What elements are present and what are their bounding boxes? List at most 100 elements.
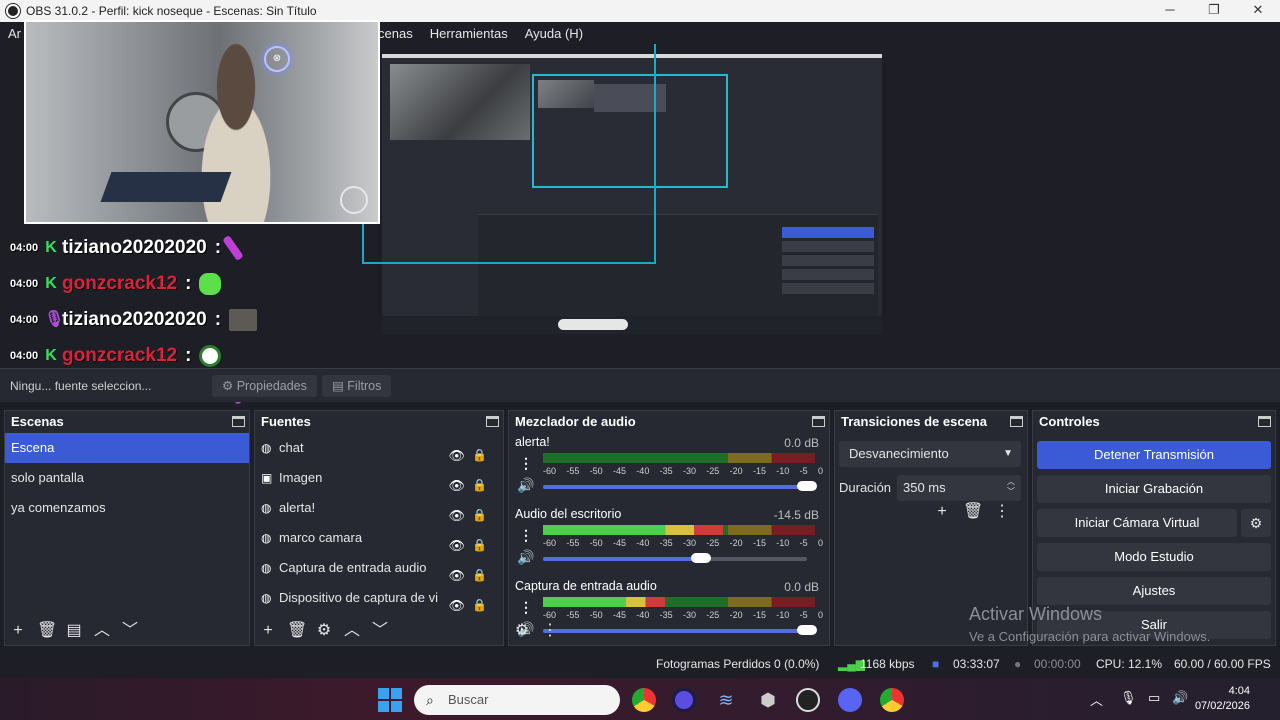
properties-button[interactable]: ⚙ Propiedades <box>212 375 317 397</box>
meter-tick: -20 <box>729 466 743 476</box>
meter-tick: -40 <box>636 538 650 548</box>
menu-escenas[interactable]: cenas <box>378 26 413 41</box>
chevron-down-icon[interactable]: ﹀ <box>371 622 389 640</box>
windows-start-icon[interactable] <box>378 688 402 712</box>
dropped-frames: Fotogramas Perdidos 0 (0.0%) <box>656 657 820 671</box>
source-item[interactable]: ◍ Dispositivo de captura de vi 👁 🔒 <box>255 583 503 613</box>
mixer-title-label: Mezclador de audio <box>515 414 636 429</box>
virtual-camera-settings-icon[interactable]: ⚙ <box>1241 509 1271 537</box>
chat-username: gonzcrack12 <box>62 345 178 366</box>
undock-icon[interactable] <box>1010 416 1023 427</box>
menu-herramientas[interactable]: Herramientas <box>430 26 508 41</box>
lock-icon[interactable]: 🔒 <box>472 590 487 620</box>
kick-badge-icon: K <box>45 239 57 256</box>
duration-input[interactable]: 350 ms ︿ ﹀ <box>897 475 1021 501</box>
source-item[interactable]: ▣ Imagen 👁 🔒 <box>255 463 503 493</box>
discord-icon[interactable] <box>838 688 862 712</box>
kebab-menu-icon[interactable]: ⋮ <box>519 527 533 544</box>
activate-windows-watermark: Activar Windows Ve a Configuración para … <box>969 604 1210 644</box>
add-icon[interactable]: + <box>9 622 27 640</box>
chevron-up-icon[interactable]: ︿ <box>343 622 361 640</box>
scene-item[interactable]: ya comenzamos <box>5 493 249 523</box>
controls-title: Controles <box>1033 411 1275 433</box>
microphone-icon: ◍ <box>261 561 272 575</box>
undock-icon[interactable] <box>232 416 245 427</box>
app-icon[interactable] <box>672 688 696 712</box>
emote-icon <box>222 235 244 261</box>
scene-item[interactable]: solo pantalla <box>5 463 249 493</box>
mixer-settings-icon[interactable]: ⚙ <box>513 622 531 640</box>
undock-icon[interactable] <box>486 416 499 427</box>
source-item[interactable]: ◍ alerta! 👁 🔒 <box>255 493 503 523</box>
menu-archivo[interactable]: Ar <box>8 26 21 41</box>
transition-select-value: Desvanecimiento <box>849 446 949 461</box>
globe-icon: ◍ <box>261 531 272 545</box>
minimize-button[interactable]: ─ <box>1148 0 1192 22</box>
start-recording-button[interactable]: Iniciar Grabación <box>1037 475 1271 503</box>
meter-tick: -40 <box>636 466 650 476</box>
trash-icon[interactable]: 🗑 <box>963 503 983 521</box>
nested-preview <box>532 74 728 188</box>
preview-canvas[interactable] <box>382 54 882 334</box>
undock-icon[interactable] <box>1258 416 1271 427</box>
taskbar-search[interactable]: ⌕ Buscar <box>414 685 620 715</box>
duration-value: 350 ms <box>903 480 946 495</box>
volume-slider[interactable] <box>543 485 807 489</box>
cube-icon[interactable]: ⬢ <box>756 688 780 712</box>
filters-button[interactable]: ▤ Filtros <box>322 375 392 397</box>
tray-chevron-icon[interactable]: ︿ <box>1090 690 1103 709</box>
gear-icon[interactable]: ⚙ <box>315 622 333 640</box>
kebab-menu-icon[interactable]: ⋮ <box>993 503 1011 521</box>
kebab-menu-icon[interactable]: ⋮ <box>519 455 533 472</box>
scene-item[interactable]: Escena <box>5 433 249 463</box>
settings-button[interactable]: Ajustes <box>1037 577 1271 605</box>
volume-slider[interactable] <box>543 557 702 561</box>
volume-slider-knob[interactable] <box>691 553 712 563</box>
kebab-menu-icon[interactable]: ⋮ <box>541 622 559 640</box>
menu-ayuda[interactable]: Ayuda (H) <box>525 26 583 41</box>
volume-slider-knob[interactable] <box>797 481 817 491</box>
volume-icon[interactable]: 🔊 <box>1172 690 1188 706</box>
volume-meter <box>543 525 815 535</box>
trash-icon[interactable]: 🗑 <box>37 622 57 640</box>
microphone-icon[interactable]: 🎙 <box>1120 690 1137 706</box>
globe-icon: ◍ <box>261 501 272 515</box>
audio-mixer-dock: Mezclador de audio alerta! 0.0 dB ⋮ -60 -55-… <box>508 410 830 646</box>
speaker-icon[interactable]: 🔊 <box>517 477 534 494</box>
transition-select[interactable]: Desvanecimiento ▼ <box>839 441 1021 467</box>
add-icon[interactable]: + <box>933 503 951 521</box>
chat-username: tiziano20202020 <box>62 309 207 330</box>
nested-taskbar <box>382 316 882 334</box>
undock-icon[interactable] <box>812 416 825 427</box>
stop-streaming-button[interactable]: Detener Transmisión <box>1037 441 1271 469</box>
start-virtual-camera-button[interactable]: Iniciar Cámara Virtual <box>1037 509 1237 537</box>
nested-docks <box>478 214 878 324</box>
filter-icon[interactable]: ▤ <box>65 622 83 640</box>
maximize-button[interactable]: ❐ <box>1192 0 1236 22</box>
add-icon[interactable]: + <box>259 622 277 640</box>
close-button[interactable]: ✕ <box>1236 0 1280 22</box>
source-item[interactable]: ◍ marco camara 👁 🔒 <box>255 523 503 553</box>
transitions-title-label: Transiciones de escena <box>841 414 987 429</box>
scenes-title-label: Escenas <box>11 414 64 429</box>
taskbar-clock[interactable]: 4:04 07/02/2026 <box>1195 684 1250 714</box>
spinner-icon[interactable]: ︿ ﹀ <box>1007 477 1015 497</box>
chevron-down-icon[interactable]: ﹀ <box>121 622 139 640</box>
source-item[interactable]: ◍ Captura de entrada audio 👁 🔒 <box>255 553 503 583</box>
trash-icon[interactable]: 🗑 <box>287 622 307 640</box>
studio-mode-button[interactable]: Modo Estudio <box>1037 543 1271 571</box>
steam-icon[interactable]: ≋ <box>714 688 738 712</box>
chrome-profile-icon[interactable] <box>880 688 904 712</box>
chevron-up-icon[interactable]: ︿ <box>93 622 111 640</box>
nested-button <box>782 241 874 252</box>
chrome-icon[interactable] <box>632 688 656 712</box>
chat-message: 04:00 Kgonzcrack12: <box>10 266 310 302</box>
kebab-menu-icon[interactable]: ⋮ <box>519 599 533 616</box>
chat-username: tiziano20202020 <box>62 237 207 258</box>
scenes-dock: Escenas Escena solo pantalla ya comenzam… <box>4 410 250 646</box>
obs-taskbar-icon[interactable] <box>796 688 820 712</box>
speaker-icon[interactable]: 🔊 <box>517 549 534 566</box>
network-icon[interactable]: ▭ <box>1148 690 1160 706</box>
source-item[interactable]: ◍ chat 👁 🔒 <box>255 433 503 463</box>
mixer-title: Mezclador de audio <box>509 411 829 433</box>
